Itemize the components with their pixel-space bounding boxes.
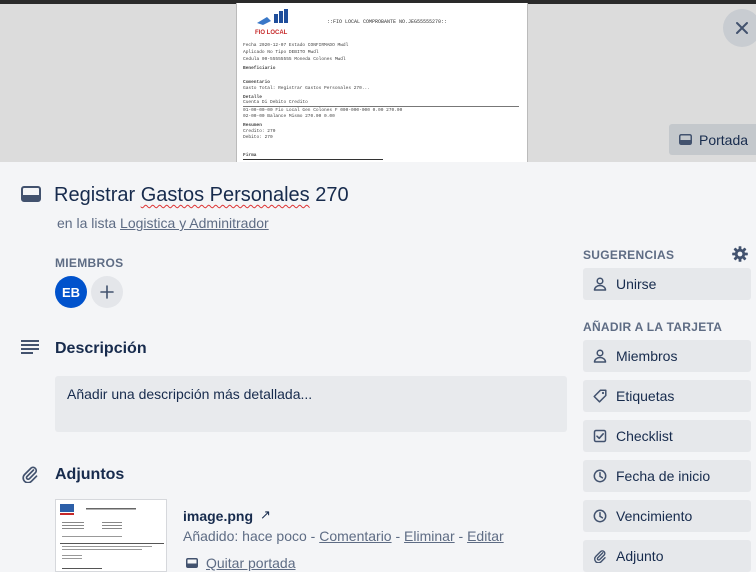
members-label: MIEMBROS	[55, 256, 124, 270]
plus-icon	[100, 285, 114, 299]
checklist-button[interactable]: Checklist	[583, 420, 751, 452]
avatar[interactable]: EB	[55, 276, 87, 308]
card-icon	[21, 186, 41, 202]
doc-row: 02-00-00 Balance Mismo 270.00 0.00	[243, 114, 335, 119]
attachment-meta: Añadido: hace poco - Comentario - Elimin…	[183, 528, 504, 544]
person-icon	[593, 349, 607, 363]
attachment-preview-image	[56, 500, 166, 571]
card-cover-icon	[679, 134, 692, 145]
add-member-button[interactable]	[91, 276, 123, 308]
list-info: en la lista Logistica y Adminitrador	[57, 215, 269, 231]
doc-row: Comentario	[243, 80, 271, 85]
doc-row: Firma	[243, 153, 257, 158]
attachments-title: Adjuntos	[55, 466, 125, 483]
tag-icon	[593, 389, 607, 403]
checkbox-icon	[593, 429, 607, 443]
clock-icon	[593, 509, 607, 523]
attachment-comment-link[interactable]: Comentario	[319, 528, 391, 544]
members-button-label: Miembros	[616, 348, 678, 364]
start-date-button[interactable]: Fecha de inicio	[583, 460, 751, 492]
card-title-prefix: Registrar	[54, 184, 141, 206]
card-title[interactable]: Registrar Gastos Personales 270	[54, 184, 349, 207]
members-button[interactable]: Miembros	[583, 340, 751, 372]
clock-icon	[593, 469, 607, 483]
close-icon	[736, 22, 748, 34]
doc-row: Gasto Total: Registrar Gastos Personales…	[243, 86, 370, 91]
remove-cover-label: Quitar portada	[206, 555, 296, 571]
paperclip-icon	[22, 466, 38, 483]
close-button[interactable]	[723, 9, 756, 47]
attachment-edit-link[interactable]: Editar	[467, 528, 504, 544]
doc-row: Beneficiario	[243, 66, 276, 71]
doc-row: Fecha 2020-12-07 Estado CONFIRMADO Mwdl	[243, 43, 349, 48]
cover-button-label: Portada	[699, 131, 749, 148]
separator: -	[391, 528, 405, 544]
svg-text:FIO LOCAL: FIO LOCAL	[255, 30, 288, 36]
open-external-icon[interactable]: ↗	[260, 507, 271, 523]
attachment-name[interactable]: image.png	[183, 508, 253, 524]
doc-row: Debito: 270	[243, 135, 273, 140]
labels-button[interactable]: Etiquetas	[583, 380, 751, 412]
separator: -	[454, 528, 468, 544]
start-date-button-label: Fecha de inicio	[616, 468, 711, 484]
paperclip-icon	[594, 550, 606, 563]
labels-button-label: Etiquetas	[616, 388, 675, 404]
attachment-button[interactable]: Adjunto	[583, 540, 751, 572]
add-to-card-label: AÑADIR A LA TARJETA	[583, 320, 723, 334]
list-link[interactable]: Logistica y Adminitrador	[120, 215, 269, 231]
doc-signature-line	[243, 159, 383, 160]
person-icon	[593, 277, 607, 291]
attachment-thumbnail[interactable]	[55, 499, 167, 572]
doc-row: Credito: 270	[243, 129, 276, 134]
doc-row: Cedula 00-55555555 Moneda Colones Mwdl	[243, 57, 346, 62]
doc-row: Cuenta Di Debito Credito	[243, 100, 308, 105]
suggestions-label: SUGERENCIAS	[583, 248, 675, 262]
due-date-button[interactable]: Vencimiento	[583, 500, 751, 532]
list-prefix: en la lista	[57, 215, 121, 231]
doc-row: 01-00-00-00 Fio Local Gen Colones F 000-…	[243, 108, 403, 113]
card-cover: FIO LOCAL ::FIO LOCAL COMPROBANTE NO.JEG…	[0, 0, 756, 162]
join-label: Unirse	[616, 276, 657, 292]
card-title-spellcheck: Gastos Personales	[140, 184, 310, 206]
doc-divider	[243, 106, 519, 107]
remove-cover-link[interactable]: Quitar portada	[186, 555, 296, 571]
doc-header-line: ::FIO LOCAL COMPROBANTE NO.JEG55555270::	[327, 19, 448, 25]
join-button[interactable]: Unirse	[583, 268, 751, 300]
attachment-delete-link[interactable]: Eliminar	[404, 528, 455, 544]
due-date-button-label: Vencimiento	[616, 508, 693, 524]
cover-button[interactable]: Portada	[669, 124, 756, 155]
card-cover-icon	[186, 558, 198, 568]
gear-icon[interactable]	[731, 245, 749, 263]
cover-document-image: FIO LOCAL ::FIO LOCAL COMPROBANTE NO.JEG…	[236, 3, 528, 162]
card-title-suffix: 270	[309, 184, 349, 206]
attachment-button-label: Adjunto	[616, 548, 664, 564]
doc-row: Resumen	[243, 123, 262, 128]
attachment-added: Añadido: hace poco -	[183, 528, 320, 544]
description-title: Descripción	[55, 340, 147, 357]
doc-row: Aplicado No Tipo DEBITO Mwdl	[243, 50, 319, 55]
checklist-button-label: Checklist	[616, 428, 673, 444]
description-input[interactable]: Añadir una descripción más detallada...	[55, 376, 567, 432]
fio-local-logo: FIO LOCAL	[255, 9, 288, 36]
description-icon	[21, 340, 39, 354]
